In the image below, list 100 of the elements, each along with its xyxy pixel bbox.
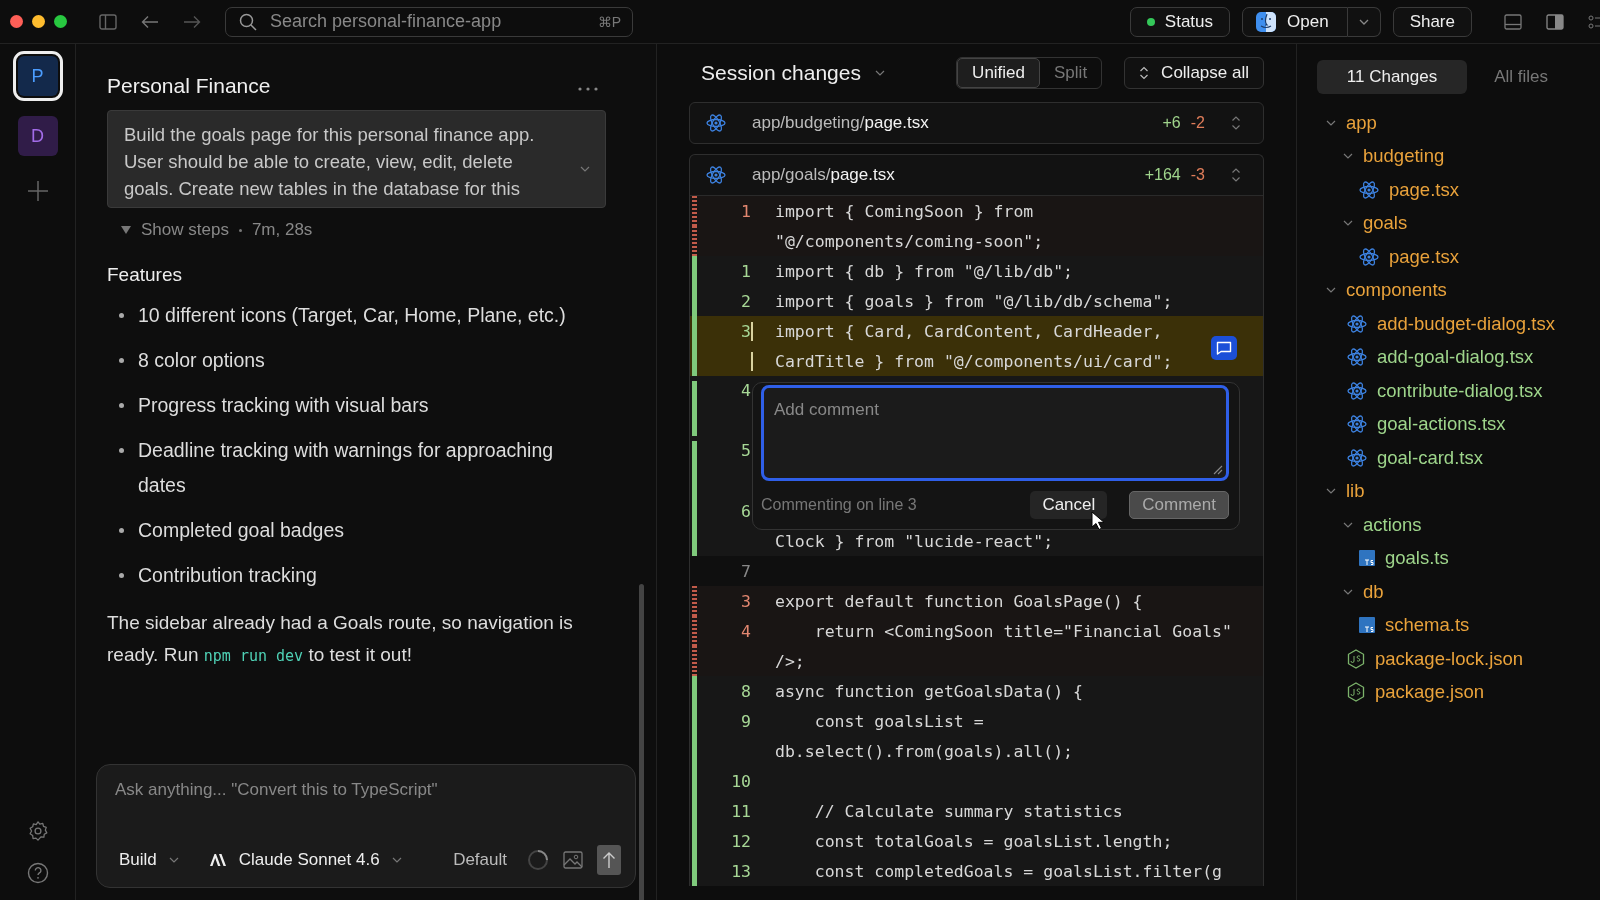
file-name[interactable]: add-goal-dialog.tsx: [1377, 346, 1534, 369]
prompt-card[interactable]: Build the goals page for this personal finance app. User should be able to create, view, edit, delete goals. Create new tables in the database for this: [107, 110, 606, 208]
section-heading: Features: [107, 264, 183, 286]
folder-name[interactable]: goals: [1363, 212, 1408, 235]
file-name[interactable]: page.tsx: [1389, 245, 1459, 268]
share-button[interactable]: Share: [1392, 6, 1472, 37]
mouse-cursor-icon: [1091, 511, 1105, 531]
message-input[interactable]: Ask anything... "Convert this to TypeScript": [113, 779, 621, 801]
scrollbar-thumb[interactable]: [639, 584, 644, 900]
file-name[interactable]: goal-actions.tsx: [1377, 413, 1506, 436]
minimize-window-button[interactable]: [32, 15, 45, 28]
ts-file-icon: [1359, 550, 1375, 567]
file-name[interactable]: package.json: [1375, 681, 1485, 704]
folder-name[interactable]: app: [1346, 111, 1377, 134]
maximize-window-button[interactable]: [54, 15, 67, 28]
file-name[interactable]: schema.ts: [1385, 614, 1470, 637]
shortcut-hint: ⌘P: [597, 13, 621, 30]
chevron-down-icon[interactable]: [1326, 119, 1336, 126]
feature-item: Completed goal badges: [138, 518, 344, 543]
more-options-icon[interactable]: [578, 87, 598, 91]
folder-name[interactable]: lib: [1346, 480, 1365, 503]
chevron-down-icon[interactable]: [1343, 588, 1353, 595]
code-line: Clock } from "lucide-react";: [775, 531, 1054, 551]
code-line: async function getGoalsData() {: [775, 681, 1083, 701]
view-tab[interactable]: Split: [1040, 58, 1102, 88]
chevron-down-icon[interactable]: [1343, 153, 1353, 160]
cancel-button[interactable]: Cancel: [1030, 491, 1108, 519]
variant-button[interactable]: Default: [447, 850, 513, 870]
code-line: import { ComingSoon } from: [775, 201, 1034, 221]
bullet-dot: [119, 448, 124, 453]
bullet-dot: [119, 358, 124, 363]
back-arrow-icon[interactable]: [141, 14, 159, 29]
comment-field[interactable]: Add comment: [761, 385, 1229, 481]
show-steps-toggle[interactable]: Show steps: [121, 220, 229, 240]
folder-name[interactable]: db: [1363, 580, 1384, 603]
right-panel-icon[interactable]: [1546, 13, 1564, 30]
bullet-dot: [119, 313, 124, 318]
project-avatar[interactable]: D: [17, 116, 58, 156]
collapse-all-button[interactable]: Collapse all: [1124, 57, 1264, 89]
deletions-count: -3: [1190, 166, 1205, 184]
resize-handle-icon[interactable]: [1213, 465, 1223, 475]
file-name[interactable]: package-lock.json: [1375, 647, 1524, 670]
chevron-down-icon[interactable]: [1343, 521, 1353, 528]
line-number: 10: [731, 771, 751, 791]
chevron-down-icon[interactable]: [1326, 488, 1336, 495]
code-line: const goalsList =: [813, 711, 984, 731]
panel-title[interactable]: Session changes: [701, 61, 861, 85]
help-icon[interactable]: [26, 862, 49, 884]
tree-tab[interactable]: 11 Changes: [1317, 60, 1467, 94]
line-number: 7: [741, 561, 751, 581]
folder-name[interactable]: actions: [1363, 513, 1422, 536]
chevron-down-icon[interactable]: [1343, 220, 1353, 227]
chevrons-icon[interactable]: [1231, 167, 1241, 183]
send-button[interactable]: [597, 845, 621, 875]
sidebar-toggle-icon[interactable]: [99, 13, 117, 30]
folder-name[interactable]: components: [1346, 279, 1447, 302]
view-tab[interactable]: Unified: [957, 58, 1041, 88]
folder-name[interactable]: budgeting: [1363, 145, 1445, 168]
list-icon[interactable]: [1588, 13, 1600, 30]
code-line: import { Card, CardContent, CardHeader,: [775, 321, 1163, 341]
additions-count: +164: [1144, 166, 1181, 184]
feature-item: 8 color options: [138, 348, 265, 373]
code-line: db.select().from(goals).all();: [775, 741, 1073, 761]
open-button[interactable]: Open: [1242, 6, 1348, 37]
chevrons-icon[interactable]: [1231, 115, 1241, 131]
file-name[interactable]: goals.ts: [1385, 547, 1449, 570]
triangle-icon: [121, 226, 131, 234]
image-icon[interactable]: [563, 851, 583, 869]
hexagon-icon: [1347, 648, 1365, 669]
ts-file-icon: [1359, 617, 1375, 634]
chevrons-icon: [1139, 66, 1150, 80]
comment-icon[interactable]: [1211, 336, 1237, 360]
mode-dropdown[interactable]: Build: [113, 850, 185, 870]
bottom-panel-icon[interactable]: [1504, 13, 1522, 30]
bullet-dot: [119, 403, 124, 408]
model-dropdown[interactable]: Claude Sonnet 4.6: [202, 850, 408, 870]
file-name[interactable]: contribute-dialog.tsx: [1377, 379, 1543, 402]
chevron-down-icon[interactable]: [1326, 287, 1336, 294]
status-button[interactable]: Status: [1129, 6, 1231, 37]
close-window-button[interactable]: [10, 15, 23, 28]
hexagon-icon: [1347, 682, 1365, 703]
file-name[interactable]: add-budget-dialog.tsx: [1377, 312, 1555, 335]
line-number: 12: [731, 831, 751, 851]
additions-count: +6: [1162, 114, 1181, 132]
file-name[interactable]: page.tsx: [1389, 178, 1459, 201]
code-line: />;: [775, 651, 805, 671]
atom-icon: [1347, 380, 1367, 401]
chevron-down-icon[interactable]: [579, 165, 591, 173]
feature-item: 10 different icons (Target, Car, Home, Plane, etc.): [138, 303, 566, 328]
line-number: 5: [741, 441, 751, 460]
deletions-count: -2: [1190, 114, 1205, 132]
chevron-down-icon[interactable]: [874, 70, 885, 76]
line-number: 11: [731, 801, 751, 821]
change-bar: [692, 381, 697, 436]
file-name[interactable]: goal-card.tsx: [1377, 446, 1483, 469]
line-number: 3: [741, 591, 751, 611]
add-icon[interactable]: [26, 180, 49, 202]
line-number: 2: [741, 291, 751, 311]
line-number: 13: [731, 861, 751, 881]
tree-tab[interactable]: All files: [1470, 60, 1572, 94]
